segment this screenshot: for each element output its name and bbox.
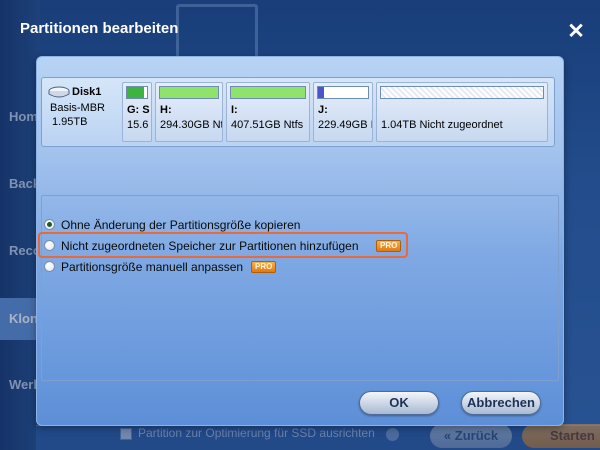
radio-button[interactable] [44, 219, 55, 230]
option-label: Ohne Änderung der Partitionsgröße kopier… [61, 218, 301, 232]
partition-usage-bar [380, 86, 544, 99]
pro-badge: PRO [251, 261, 277, 273]
edit-partitions-dialog: Disk1 Basis-MBR 1.95TB G: S 15.6 H: 294.… [36, 56, 564, 426]
partition-label: I: [231, 104, 238, 116]
option-label: Nicht zugeordneten Speicher zur Partitio… [61, 239, 359, 253]
partition-usage-bar [126, 86, 148, 99]
partition-usage-bar [317, 86, 369, 99]
cancel-button[interactable]: Abbrechen [461, 391, 541, 415]
partition-label: G: S [127, 104, 150, 116]
partition-usage-bar [230, 86, 306, 99]
disk-size: 1.95TB [52, 116, 88, 128]
partition-usage-fill [318, 87, 324, 98]
partition-g[interactable]: G: S 15.6 [122, 82, 152, 142]
pro-badge: PRO [376, 240, 402, 252]
partition-info: 15.6 [127, 119, 149, 131]
disk-icon [48, 86, 70, 98]
partition-label: J: [318, 104, 328, 116]
disk-info[interactable]: Disk1 Basis-MBR 1.95TB [48, 84, 124, 144]
partition-usage-fill [231, 87, 305, 98]
partition-usage-fill [127, 87, 144, 98]
radio-button[interactable] [44, 261, 55, 272]
option-label: Partitionsgröße manuell anpassen [61, 260, 244, 274]
disk-type: Basis-MBR [50, 102, 106, 114]
partition-label: H: [160, 104, 172, 116]
dialog-title: Partitionen bearbeiten [20, 20, 179, 37]
disk-map-panel: Disk1 Basis-MBR 1.95TB G: S 15.6 H: 294.… [41, 77, 555, 147]
partition-info: 407.51GB Ntfs [231, 119, 304, 131]
partition-j[interactable]: J: 229.49GB I [313, 82, 373, 142]
partition-usage-bar [159, 86, 219, 99]
partition-i[interactable]: I: 407.51GB Ntfs [226, 82, 310, 142]
copy-options-panel: Ohne Änderung der Partitionsgröße kopier… [38, 195, 559, 381]
radio-button[interactable] [44, 240, 55, 251]
partition-info: 229.49GB I [318, 119, 373, 131]
disk-name: Disk1 [72, 86, 102, 98]
partition-h[interactable]: H: 294.30GB Nt [155, 82, 223, 142]
close-icon[interactable]: ✕ [566, 21, 586, 42]
partition-unallocated[interactable]: 1.04TB Nicht zugeordnet [376, 82, 548, 142]
partition-usage-fill [160, 87, 218, 98]
partition-info: 294.30GB Nt [160, 119, 223, 131]
partition-info: 1.04TB Nicht zugeordnet [381, 119, 503, 131]
ok-button[interactable]: OK [359, 391, 439, 415]
